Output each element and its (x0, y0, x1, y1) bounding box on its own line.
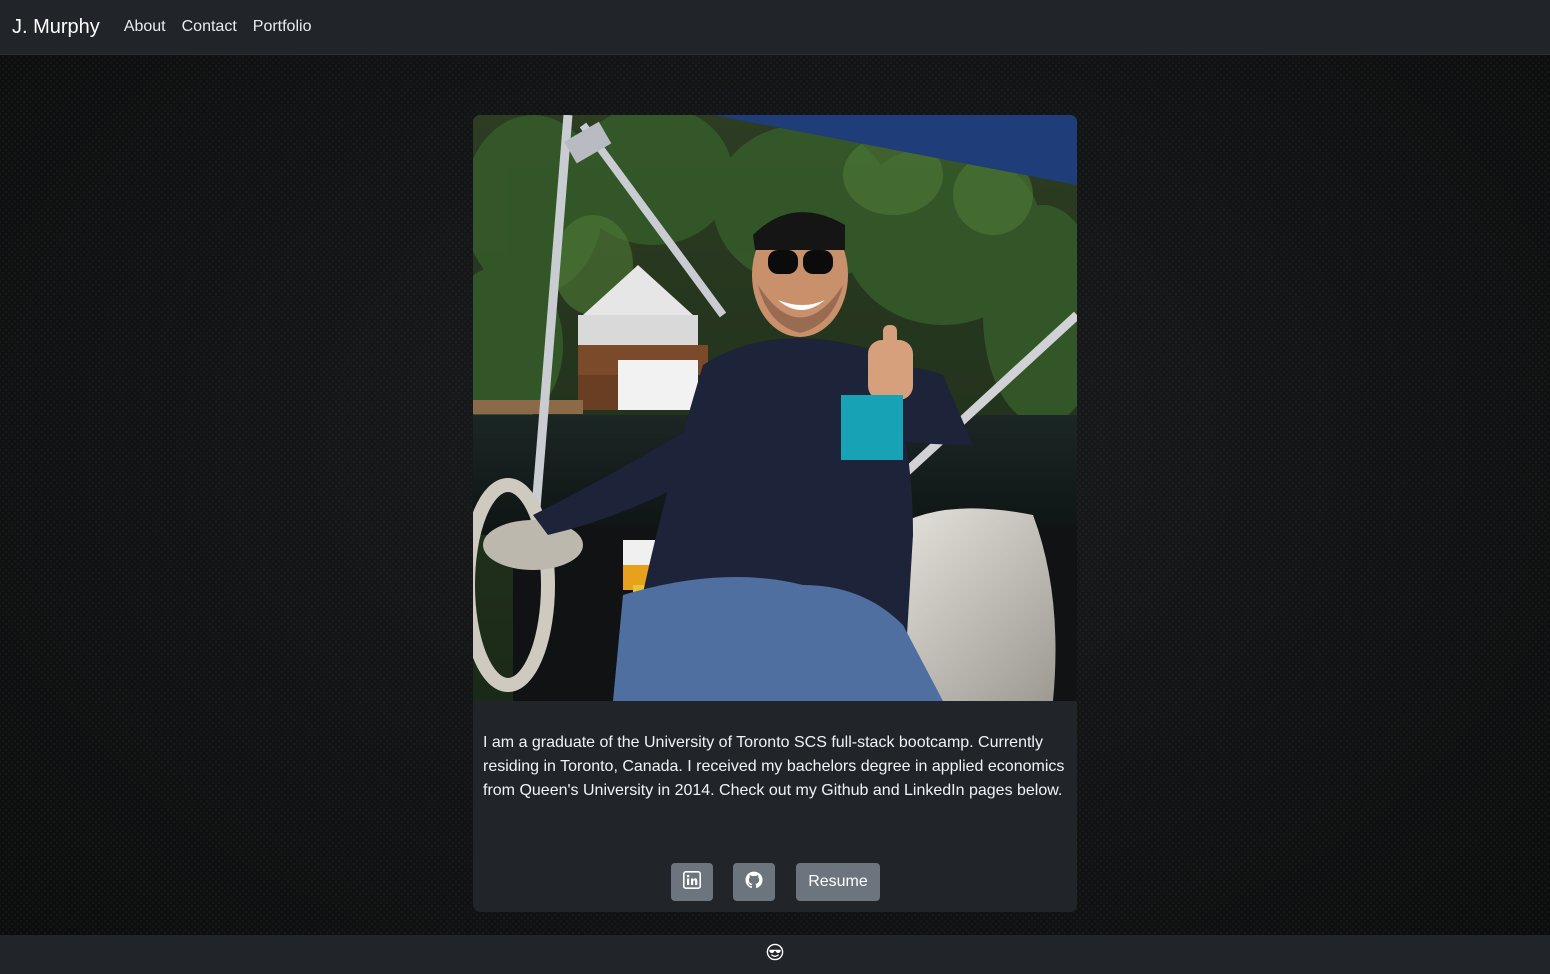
github-button[interactable] (733, 863, 775, 901)
linkedin-button[interactable] (671, 863, 713, 901)
nav-link-contact[interactable]: Contact (182, 18, 237, 36)
profile-card: I am a graduate of the University of Tor… (473, 115, 1077, 912)
brand-link[interactable]: J. Murphy (12, 16, 100, 39)
social-buttons: Resume (473, 863, 1077, 901)
nav-link-about[interactable]: About (124, 18, 166, 36)
nav-link-portfolio[interactable]: Portfolio (253, 18, 312, 36)
github-icon (745, 871, 763, 894)
page: J. Murphy About Contact Portfolio I am a… (0, 0, 1550, 974)
footer (0, 935, 1550, 974)
navbar: J. Murphy About Contact Portfolio (0, 0, 1550, 55)
bio-text: I am a graduate of the University of Tor… (483, 734, 1065, 799)
profile-photo (473, 115, 1077, 701)
sunglasses-face-icon (766, 943, 784, 966)
resume-button[interactable]: Resume (796, 863, 880, 901)
linkedin-icon (683, 870, 701, 894)
